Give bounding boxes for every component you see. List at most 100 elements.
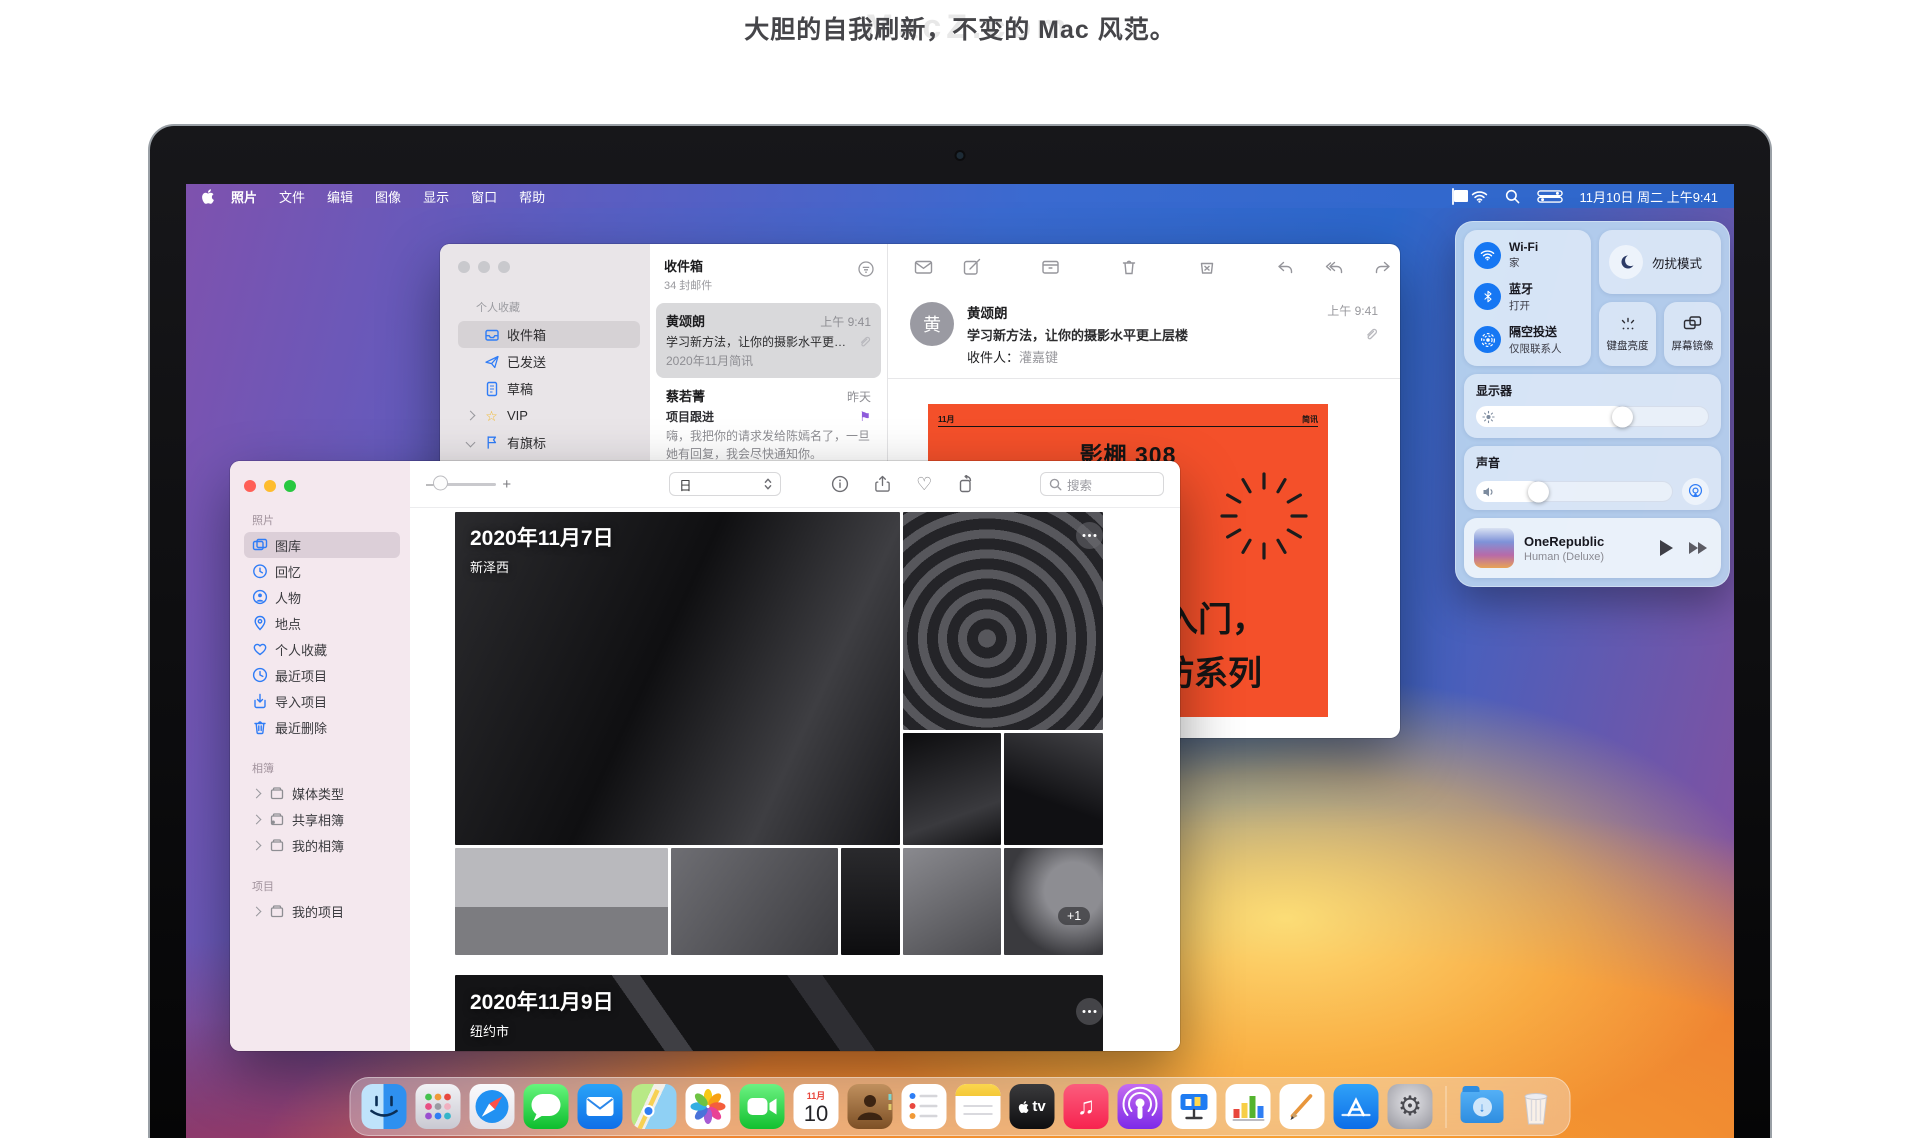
sidebar-item-favorites[interactable]: 个人收藏	[244, 636, 400, 662]
more-options-button[interactable]	[1076, 998, 1103, 1025]
menu-window[interactable]: 窗口	[460, 187, 508, 206]
slider-knob[interactable]	[1612, 406, 1633, 427]
zoom-button[interactable]	[284, 480, 296, 492]
sidebar-item-library[interactable]: 图库	[244, 532, 400, 558]
dock-keynote-icon[interactable]	[1172, 1084, 1217, 1129]
rotate-icon[interactable]	[957, 475, 975, 493]
photo-thumbnail[interactable]	[671, 848, 838, 955]
brightness-slider[interactable]	[1476, 406, 1709, 427]
dock-reminders-icon[interactable]	[902, 1084, 947, 1129]
dock-apple-tv-icon[interactable]: tv	[1010, 1084, 1055, 1129]
spotlight-search-icon[interactable]	[1505, 189, 1520, 204]
wifi-status-icon[interactable]	[1471, 190, 1488, 203]
zoom-in-icon[interactable]: +	[502, 476, 511, 493]
menu-app-name[interactable]: 照片	[220, 187, 268, 206]
sidebar-item-drafts[interactable]: 草稿	[458, 375, 640, 402]
dock-app-store-icon[interactable]	[1334, 1084, 1379, 1129]
airdrop-toggle[interactable]: 隔空投送仅限联系人	[1474, 323, 1591, 356]
photo-thumbnail[interactable]	[1004, 733, 1103, 845]
get-mail-icon[interactable]	[914, 258, 933, 276]
do-not-disturb-toggle[interactable]: 勿扰模式	[1599, 230, 1721, 294]
window-controls[interactable]	[458, 261, 640, 273]
sidebar-item-recently-deleted[interactable]: 最近删除	[244, 714, 400, 740]
slider-knob[interactable]	[1528, 481, 1549, 502]
dock-messages-icon[interactable]	[524, 1084, 569, 1129]
keyboard-brightness-button[interactable]: 键盘亮度	[1599, 302, 1656, 366]
dock-safari-icon[interactable]	[470, 1084, 515, 1129]
dock-finder-icon[interactable]	[362, 1084, 407, 1129]
favorite-heart-icon[interactable]: ♡	[916, 475, 932, 493]
compose-icon[interactable]	[963, 258, 981, 276]
mail-list-item[interactable]: 黄颂朗 上午 9:41 学习新方法，让你的摄影水平更… 2020年11月简讯	[656, 303, 881, 378]
dock-downloads-icon[interactable]: ↓	[1460, 1084, 1505, 1129]
archive-icon[interactable]	[1041, 258, 1060, 276]
sidebar-item-recents[interactable]: 最近项目	[244, 662, 400, 688]
volume-slider[interactable]	[1476, 481, 1673, 502]
menu-image[interactable]: 图像	[364, 187, 412, 206]
photo-thumbnail[interactable]	[841, 848, 900, 955]
dock-trash-icon[interactable]	[1514, 1084, 1559, 1129]
dock-facetime-icon[interactable]	[740, 1084, 785, 1129]
bluetooth-toggle[interactable]: 蓝牙打开	[1474, 280, 1591, 313]
thumbnail-zoom-slider[interactable]: – +	[426, 476, 511, 493]
share-icon[interactable]	[874, 475, 891, 493]
photo-thumbnail[interactable]	[455, 848, 668, 955]
sidebar-item-media-types[interactable]: 媒体类型	[244, 780, 400, 806]
reply-icon[interactable]	[1276, 259, 1294, 276]
control-center-icon[interactable]	[1537, 190, 1563, 203]
junk-icon[interactable]	[1198, 258, 1216, 276]
sidebar-item-inbox[interactable]: 收件箱	[458, 321, 640, 348]
menu-help[interactable]: 帮助	[508, 187, 556, 206]
reply-all-icon[interactable]	[1324, 259, 1344, 276]
window-controls[interactable]	[244, 480, 400, 492]
dock-numbers-icon[interactable]	[1226, 1084, 1271, 1129]
dock-mail-icon[interactable]	[578, 1084, 623, 1129]
sidebar-item-people[interactable]: 人物	[244, 584, 400, 610]
sidebar-item-places[interactable]: 地点	[244, 610, 400, 636]
sidebar-item-shared-albums[interactable]: 共享相簿	[244, 806, 400, 832]
more-options-button[interactable]	[1076, 522, 1103, 549]
dock-calendar-icon[interactable]: 11月 10	[794, 1084, 839, 1129]
menu-view[interactable]: 显示	[412, 187, 460, 206]
overflow-count-badge[interactable]: +1	[1058, 907, 1090, 925]
fast-forward-button[interactable]	[1689, 542, 1707, 554]
close-button[interactable]	[244, 480, 256, 492]
mail-list-item[interactable]: 蔡若菁 昨天 项目跟进 ⚑ 嗨，我把你的请求发给陈嫣名了，一旦她有回复，我会尽快…	[656, 378, 881, 471]
photos-search-field[interactable]: 搜索	[1040, 472, 1164, 496]
dock-system-preferences-icon[interactable]: ⚙	[1388, 1084, 1433, 1129]
airplay-audio-button[interactable]	[1682, 478, 1709, 505]
screen-mirroring-button[interactable]: 屏幕镜像	[1664, 302, 1721, 366]
trash-icon[interactable]	[1120, 258, 1138, 276]
play-button[interactable]	[1660, 540, 1673, 556]
sidebar-item-my-albums[interactable]: 我的相簿	[244, 832, 400, 858]
sidebar-item-memories[interactable]: 回忆	[244, 558, 400, 584]
slider-knob[interactable]	[433, 475, 448, 490]
menu-bar-clock[interactable]: 11月10日 周二 上午9:41	[1580, 187, 1718, 206]
view-mode-dropdown[interactable]: 日	[669, 472, 781, 496]
menu-file[interactable]: 文件	[268, 187, 316, 206]
dock-contacts-icon[interactable]	[848, 1084, 893, 1129]
forward-icon[interactable]	[1374, 259, 1392, 276]
dock-pages-icon[interactable]	[1280, 1084, 1325, 1129]
battery-icon[interactable]	[1452, 189, 1454, 204]
sidebar-item-imports[interactable]: 导入项目	[244, 688, 400, 714]
dock-notes-icon[interactable]	[956, 1084, 1001, 1129]
photo-thumbnail[interactable]	[1004, 848, 1103, 955]
menu-edit[interactable]: 编辑	[316, 187, 364, 206]
dock-maps-icon[interactable]	[632, 1084, 677, 1129]
wifi-toggle[interactable]: Wi-Fi家	[1474, 240, 1591, 270]
sidebar-item-flagged[interactable]: 有旗标	[458, 429, 640, 456]
dock-podcasts-icon[interactable]	[1118, 1084, 1163, 1129]
dock-photos-icon[interactable]	[686, 1084, 731, 1129]
photo-thumbnail[interactable]	[903, 733, 1001, 845]
photo-thumbnail[interactable]	[903, 512, 1103, 730]
filter-icon[interactable]	[857, 260, 875, 278]
dock-launchpad-icon[interactable]	[416, 1084, 461, 1129]
sidebar-item-sent[interactable]: 已发送	[458, 348, 640, 375]
minimize-button[interactable]	[264, 480, 276, 492]
apple-menu-icon[interactable]	[202, 188, 216, 205]
sidebar-item-vip[interactable]: ☆ VIP	[458, 402, 640, 429]
dock-music-icon[interactable]: ♫	[1064, 1084, 1109, 1129]
photo-thumbnail[interactable]	[903, 848, 1001, 955]
sidebar-item-my-projects[interactable]: 我的项目	[244, 898, 400, 924]
